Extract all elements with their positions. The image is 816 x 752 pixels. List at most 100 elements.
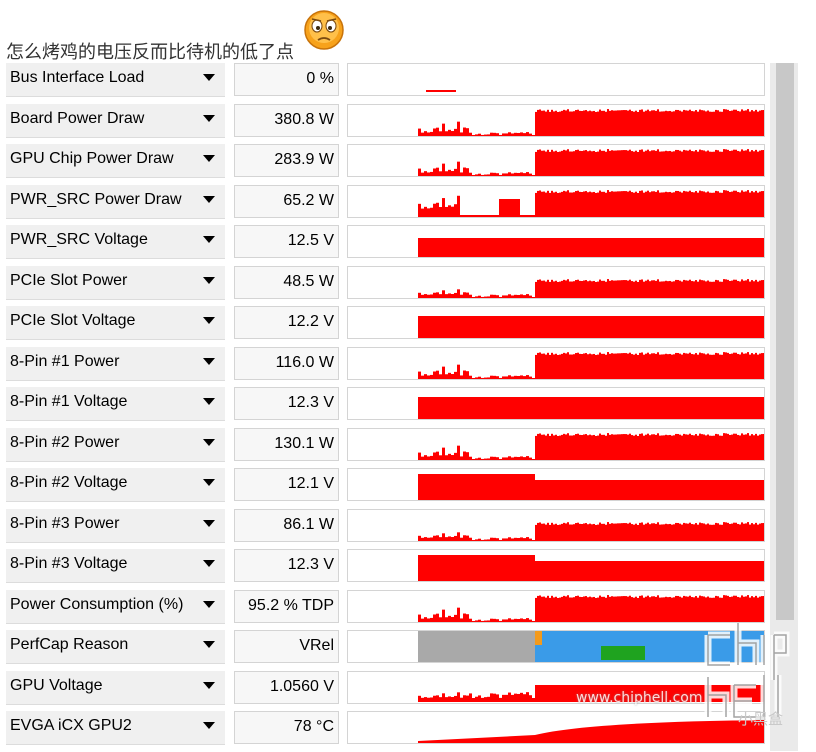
dropdown-arrow-icon[interactable] [203,276,215,284]
graph-bar [502,198,505,217]
scrollbar-thumb[interactable] [776,63,794,620]
graph-bar [723,521,725,541]
graph-bar [617,279,619,298]
graph-bar [733,522,735,541]
sensor-name-dropdown[interactable]: PCIe Slot Voltage [6,306,225,340]
graph-bar [418,371,421,379]
sensor-name-dropdown[interactable]: Bus Interface Load [6,63,225,97]
graph-bar [571,192,573,217]
sensor-name-dropdown[interactable]: 8-Pin #1 Voltage [6,387,225,421]
graph-bar [711,354,713,379]
graph-bar [551,190,553,217]
graph-bar [753,280,755,298]
graph-bar [478,694,481,702]
graph-bar [629,279,631,298]
sensor-name-dropdown[interactable]: PWR_SRC Power Draw [6,184,225,219]
dropdown-arrow-icon[interactable] [203,560,215,567]
graph-bar [749,435,751,460]
graph-bar [529,538,532,541]
sensor-name-dropdown[interactable]: PCIe Slot Power [6,265,225,300]
dropdown-arrow-icon[interactable] [203,317,215,324]
dropdown-arrow-icon[interactable] [203,74,215,81]
graph-bar [541,191,543,217]
sensor-name-dropdown[interactable]: 8-Pin #2 Power [6,427,225,462]
graph-bar [539,108,541,136]
graph-bar [699,190,701,217]
graph-bar [451,696,454,702]
graph-bar [575,190,577,217]
graph-bar [637,151,639,176]
sensor-name-dropdown[interactable]: PWR_SRC Voltage [6,225,225,259]
dropdown-arrow-icon[interactable] [203,155,215,162]
dropdown-arrow-icon[interactable] [203,398,215,405]
graph-bar [615,434,617,460]
graph-bar [611,190,613,217]
sensor-graph-plot [418,351,764,379]
graph-bar [448,204,451,217]
graph-bar [454,535,457,541]
dropdown-arrow-icon[interactable] [203,236,215,243]
graph-bar [717,150,719,176]
graph-bar [635,596,637,622]
sensor-name-dropdown[interactable]: PerfCap Reason [6,630,225,664]
sensor-name-dropdown[interactable]: EVGA iCX GPU2 [6,711,225,745]
dropdown-arrow-icon[interactable] [203,195,215,203]
graph-bar [669,523,671,541]
dropdown-arrow-icon[interactable] [203,519,215,527]
sensor-name-dropdown[interactable]: 8-Pin #1 Power [6,346,225,381]
graph-bar [687,523,689,541]
dropdown-arrow-icon[interactable] [203,722,215,729]
graph-bar [591,280,593,298]
dropdown-arrow-icon[interactable] [203,600,215,608]
graph-bar [442,692,445,702]
graph-bar [665,434,667,460]
graph-bar [635,150,637,176]
graph-bar [469,294,472,298]
graph-bar [685,433,687,460]
graph-bar [757,435,759,460]
graph-bar [615,191,617,217]
dropdown-arrow-icon[interactable] [203,641,215,648]
graph-bar [493,214,496,217]
graph-bar [665,110,667,136]
graph-bar [621,522,623,541]
graph-bar [430,536,433,541]
dropdown-arrow-icon[interactable] [203,681,215,689]
graph-bar [577,433,579,460]
graph-bar [753,434,755,460]
graph-bar [677,109,679,136]
graph-bar [502,132,505,136]
sensor-name-dropdown[interactable]: GPU Voltage [6,670,225,705]
sensor-name-dropdown[interactable]: Board Power Draw [6,103,225,138]
graph-bar [421,697,424,702]
sensor-row: Bus Interface Load 0 % [6,63,766,98]
graph-bar [487,619,490,622]
graph-bar [691,523,693,541]
graph-bar [669,353,671,379]
graph-bar [709,435,711,460]
dropdown-arrow-icon[interactable] [203,114,215,122]
dropdown-arrow-icon[interactable] [203,479,215,486]
graph-bar [583,150,585,176]
sensor-name-dropdown[interactable]: 8-Pin #2 Voltage [6,468,225,502]
dropdown-arrow-icon[interactable] [203,357,215,365]
graph-bar [743,110,745,136]
graph-bar [625,279,627,298]
sensor-list: Bus Interface Load 0 % Board Power Draw 380… [6,63,766,752]
graph-bar [493,618,496,622]
graph-bar [691,596,693,622]
graph-bar [633,435,635,460]
graph-bar [635,353,637,379]
sensor-name-dropdown[interactable]: 8-Pin #3 Power [6,508,225,543]
sensor-name-dropdown[interactable]: Power Consumption (%) [6,589,225,624]
sensor-name-dropdown[interactable]: 8-Pin #3 Voltage [6,549,225,583]
dropdown-arrow-icon[interactable] [203,438,215,446]
sensor-name-dropdown[interactable]: GPU Chip Power Draw [6,144,225,178]
graph-bar [725,189,727,217]
graph-bar [745,190,747,217]
graph-bar [418,695,421,702]
graph-bar [537,433,539,460]
graph-bar [442,366,445,379]
graph-bar [659,192,661,217]
graph-bar [439,536,442,541]
